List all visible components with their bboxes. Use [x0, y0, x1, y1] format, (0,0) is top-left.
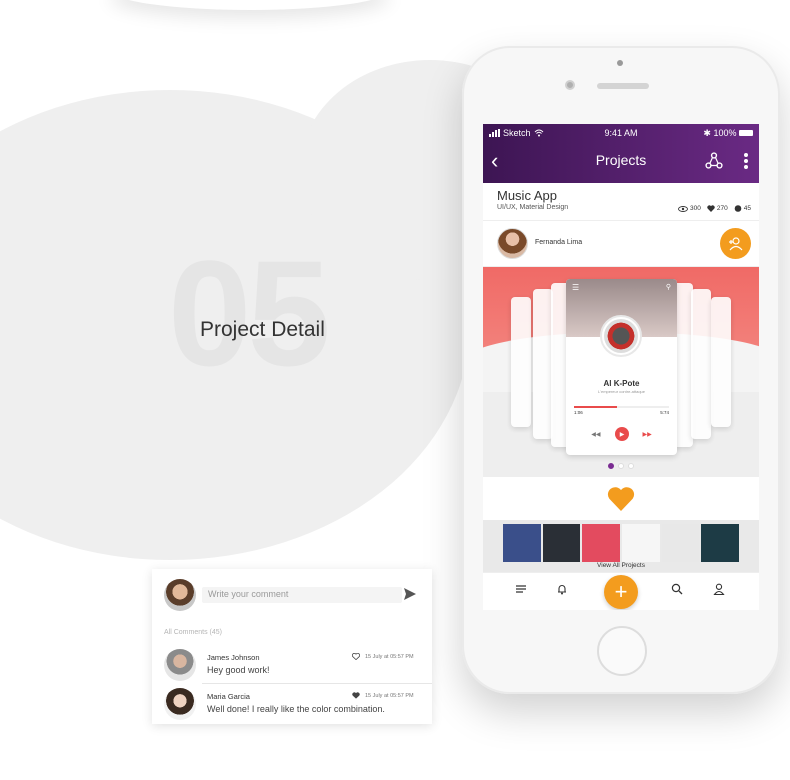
- heart-outline-icon[interactable]: [352, 653, 360, 660]
- thumbnail-4[interactable]: [622, 524, 660, 562]
- project-name: Music App: [497, 188, 557, 203]
- current-user-avatar: [164, 579, 196, 611]
- send-icon[interactable]: [403, 587, 417, 601]
- author-row: Fernanda Lima: [483, 221, 759, 267]
- stage: 05 Project Detail Sketch 9:41 AM ✱ 100% …: [0, 0, 790, 780]
- author-avatar[interactable]: [497, 228, 528, 259]
- bluetooth-icon: ✱: [703, 127, 711, 138]
- app-bar: Sketch 9:41 AM ✱ 100% ‹ Projects: [483, 124, 759, 183]
- side-card: [711, 297, 731, 427]
- project-thumbnails: [483, 520, 759, 562]
- like-area: [483, 477, 759, 520]
- search-icon: ⚲: [665, 284, 671, 291]
- time-elapsed: 1:06: [574, 410, 583, 415]
- signal-icon: [489, 129, 500, 137]
- menu-icon: ☰: [572, 283, 580, 292]
- project-stats: 300 270 45: [678, 205, 751, 212]
- carousel-dot[interactable]: [628, 463, 634, 469]
- share-icon[interactable]: [705, 152, 723, 170]
- comment-text: Well done! I really like the color combi…: [207, 704, 385, 714]
- thumbnail-1[interactable]: [503, 524, 541, 562]
- thumbnail-6[interactable]: [701, 524, 740, 562]
- comment-meta: 15 July at 05:57 PM: [352, 653, 414, 660]
- author-name[interactable]: Fernanda Lima: [535, 239, 582, 246]
- comment-meta: 15 July at 05:57 PM: [352, 692, 414, 699]
- carousel-dot[interactable]: [608, 463, 614, 469]
- comments-panel: Write your comment All Comments (45) Jam…: [152, 569, 432, 724]
- search-icon[interactable]: [671, 583, 683, 595]
- wifi-icon: [534, 129, 543, 137]
- commenter-name: Maria Garcia: [207, 692, 250, 701]
- nav-row: ‹ Projects: [483, 142, 759, 183]
- track-title: Al K-Pote: [603, 379, 640, 388]
- track-progress-bar: [574, 406, 669, 408]
- profile-icon[interactable]: [713, 583, 725, 595]
- comment-date: 15 July at 05:57 PM: [365, 653, 414, 660]
- heart-icon: [707, 205, 715, 212]
- carrier-label: Sketch: [503, 128, 531, 138]
- phone-screen: Sketch 9:41 AM ✱ 100% ‹ Projects Music A…: [483, 124, 759, 610]
- battery-icon: [739, 130, 753, 137]
- commenter-avatar: [164, 688, 196, 720]
- views-count: 300: [690, 205, 701, 212]
- battery-label: 100%: [713, 127, 737, 138]
- track-subtitle: L'empereur contre-attaque: [597, 389, 645, 394]
- section-number: 05: [168, 229, 331, 397]
- thumbnail-2[interactable]: [542, 524, 581, 562]
- commenter-name: James Johnson: [207, 653, 260, 662]
- comment-icon: [734, 205, 742, 212]
- heart-filled-icon[interactable]: [352, 692, 360, 699]
- likes-count: 270: [716, 205, 728, 212]
- phone-speaker: [597, 83, 649, 89]
- notification-bell-icon[interactable]: [556, 583, 568, 595]
- follow-button[interactable]: [720, 228, 751, 259]
- status-time: 9:41 AM: [604, 128, 638, 138]
- status-bar: Sketch 9:41 AM ✱ 100%: [483, 124, 759, 142]
- side-card: [691, 289, 711, 439]
- thumbnail-3[interactable]: [582, 524, 621, 562]
- home-button[interactable]: [597, 626, 647, 676]
- play-icon: ▶: [614, 427, 629, 441]
- section-title: Project Detail: [200, 318, 325, 341]
- comment-date: 15 July at 05:57 PM: [365, 692, 414, 699]
- album-badge: [600, 315, 642, 357]
- next-icon: ▶▶: [642, 431, 652, 438]
- previous-icon: ◀◀: [591, 431, 601, 438]
- track-progress-fill: [574, 406, 617, 408]
- menu-icon[interactable]: [515, 583, 527, 595]
- time-total: 5:74: [660, 410, 669, 415]
- phone-camera: [617, 60, 623, 66]
- comment-input[interactable]: Write your comment: [202, 587, 402, 603]
- comment-item: James Johnson Hey good work! 15 July at …: [152, 647, 432, 683]
- project-showcase[interactable]: ☰ ⚲ Al K-Pote L'empereur contre-attaque …: [483, 267, 759, 477]
- comment-text: Hey good work!: [207, 665, 270, 675]
- carousel-dot[interactable]: [618, 463, 624, 469]
- carousel-dots: [483, 463, 759, 469]
- project-header: Music App UI/UX, Material Design 300 270…: [483, 183, 759, 221]
- phone-mockup: Sketch 9:41 AM ✱ 100% ‹ Projects Music A…: [462, 46, 780, 694]
- side-card: [511, 297, 531, 427]
- top-shadow-decoration: [110, 0, 390, 10]
- like-heart-icon[interactable]: [607, 486, 635, 511]
- phone-front-camera: [565, 80, 575, 90]
- bottom-navigation: +: [483, 572, 759, 610]
- add-button[interactable]: +: [604, 575, 638, 609]
- music-player-card: ☰ ⚲ Al K-Pote L'empereur contre-attaque …: [566, 279, 677, 455]
- add-user-icon: [728, 236, 742, 250]
- eye-icon: [678, 205, 688, 212]
- thumbnail-5[interactable]: [661, 524, 700, 562]
- more-options-icon[interactable]: [743, 152, 749, 170]
- side-card: [533, 289, 553, 439]
- comments-count: 45: [743, 205, 751, 212]
- track-times: 1:06 5:74: [574, 410, 669, 415]
- all-comments-label: All Comments (45): [164, 629, 222, 636]
- player-controls: ◀◀ ▶ ▶▶: [566, 427, 677, 441]
- comment-divider: [202, 683, 432, 684]
- commenter-avatar: [164, 649, 196, 681]
- comment-item: Maria Garcia Well done! I really like th…: [152, 686, 432, 722]
